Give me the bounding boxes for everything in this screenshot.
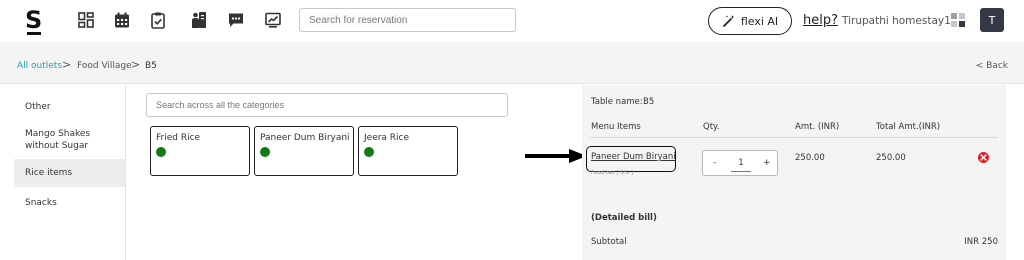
staff-icon[interactable]	[190, 11, 208, 29]
remove-item-button[interactable]	[978, 152, 989, 163]
veg-indicator-icon	[156, 147, 166, 157]
subtotal-value: INR 250	[964, 237, 998, 247]
breadcrumb-all-outlets[interactable]: All outlets	[17, 61, 62, 71]
app-logo[interactable]: S	[25, 8, 42, 32]
breadcrumb-current-table: B5	[145, 61, 157, 71]
bill-item-tax-note: Food tax [ 5% ]	[591, 170, 633, 176]
menu-item-card[interactable]: Jeera Rice	[358, 126, 458, 176]
category-item-rice-items[interactable]: Rice items	[14, 159, 125, 187]
top-navbar: S flexi AI help? Tirupathi homestay1 T	[0, 0, 1024, 42]
breadcrumb: All outlets > Food Village > B5 < Back	[0, 42, 1024, 84]
user-avatar[interactable]: T	[980, 8, 1004, 32]
quantity-stepper: - 1 +	[702, 150, 778, 176]
breadcrumb-separator: >	[62, 58, 72, 71]
calendar-icon[interactable]	[113, 11, 131, 29]
logo-underline	[27, 32, 41, 35]
table-name-value: B5	[643, 97, 655, 107]
back-link[interactable]: < Back	[976, 61, 1008, 71]
bill-item-name[interactable]: Paneer Dum Biryani	[591, 152, 676, 162]
menu-item-card[interactable]: Paneer Dum Biryani	[254, 126, 354, 176]
category-search[interactable]	[146, 93, 508, 117]
flexi-ai-button[interactable]: flexi AI	[708, 7, 792, 35]
close-icon	[980, 154, 987, 161]
breadcrumb-separator: >	[131, 58, 141, 71]
column-header-amount: Amt. (INR)	[795, 122, 840, 132]
help-link[interactable]: help?	[803, 13, 838, 28]
property-name[interactable]: Tirupathi homestay1	[842, 15, 951, 27]
menu-item-name: Jeera Rice	[364, 133, 410, 143]
category-search-input[interactable]	[147, 94, 507, 116]
table-name-label: Table name:	[591, 97, 643, 107]
qty-increase-button[interactable]: +	[763, 158, 771, 168]
column-header-menu-items: Menu Items	[591, 122, 641, 132]
pointer-arrow-icon	[525, 149, 587, 163]
clipboard-check-icon[interactable]	[149, 11, 167, 29]
column-header-qty: Qty.	[703, 122, 720, 132]
veg-indicator-icon	[364, 147, 374, 157]
reservation-search[interactable]	[299, 8, 516, 32]
breadcrumb-food-village[interactable]: Food Village	[77, 61, 132, 71]
magic-wand-icon	[722, 15, 735, 27]
bill-panel: Table name: B5 Menu Items Qty. Amt. (INR…	[582, 85, 1006, 260]
dashboard-icon[interactable]	[77, 11, 95, 29]
bill-item-amount: 250.00	[795, 153, 825, 163]
apps-grid-icon[interactable]	[951, 13, 965, 27]
category-sidebar: Other Mango Shakes without Sugar Rice it…	[14, 85, 126, 260]
category-item-snacks[interactable]: Snacks	[14, 189, 125, 217]
bill-header-divider	[590, 137, 998, 138]
veg-indicator-icon	[260, 147, 270, 157]
column-header-total-amount: Total Amt.(INR)	[876, 122, 941, 132]
flexi-ai-label: flexi AI	[740, 14, 779, 28]
bill-item-total: 250.00	[876, 153, 906, 163]
menu-item-name: Paneer Dum Biryani	[260, 133, 350, 143]
reservation-search-input[interactable]	[300, 9, 515, 31]
category-item-mango-shakes[interactable]: Mango Shakes without Sugar	[14, 123, 125, 157]
category-item-other[interactable]: Other	[14, 93, 125, 121]
reports-icon[interactable]	[264, 11, 282, 29]
detailed-bill-label[interactable]: (Detailed bill)	[591, 213, 657, 223]
qty-value[interactable]: 1	[731, 158, 751, 172]
qty-decrease-button[interactable]: -	[713, 158, 716, 168]
menu-item-name: Fried Rice	[156, 133, 201, 143]
subtotal-label: Subtotal	[591, 237, 627, 247]
menu-item-card[interactable]: Fried Rice	[150, 126, 250, 176]
chat-icon[interactable]	[227, 11, 245, 29]
